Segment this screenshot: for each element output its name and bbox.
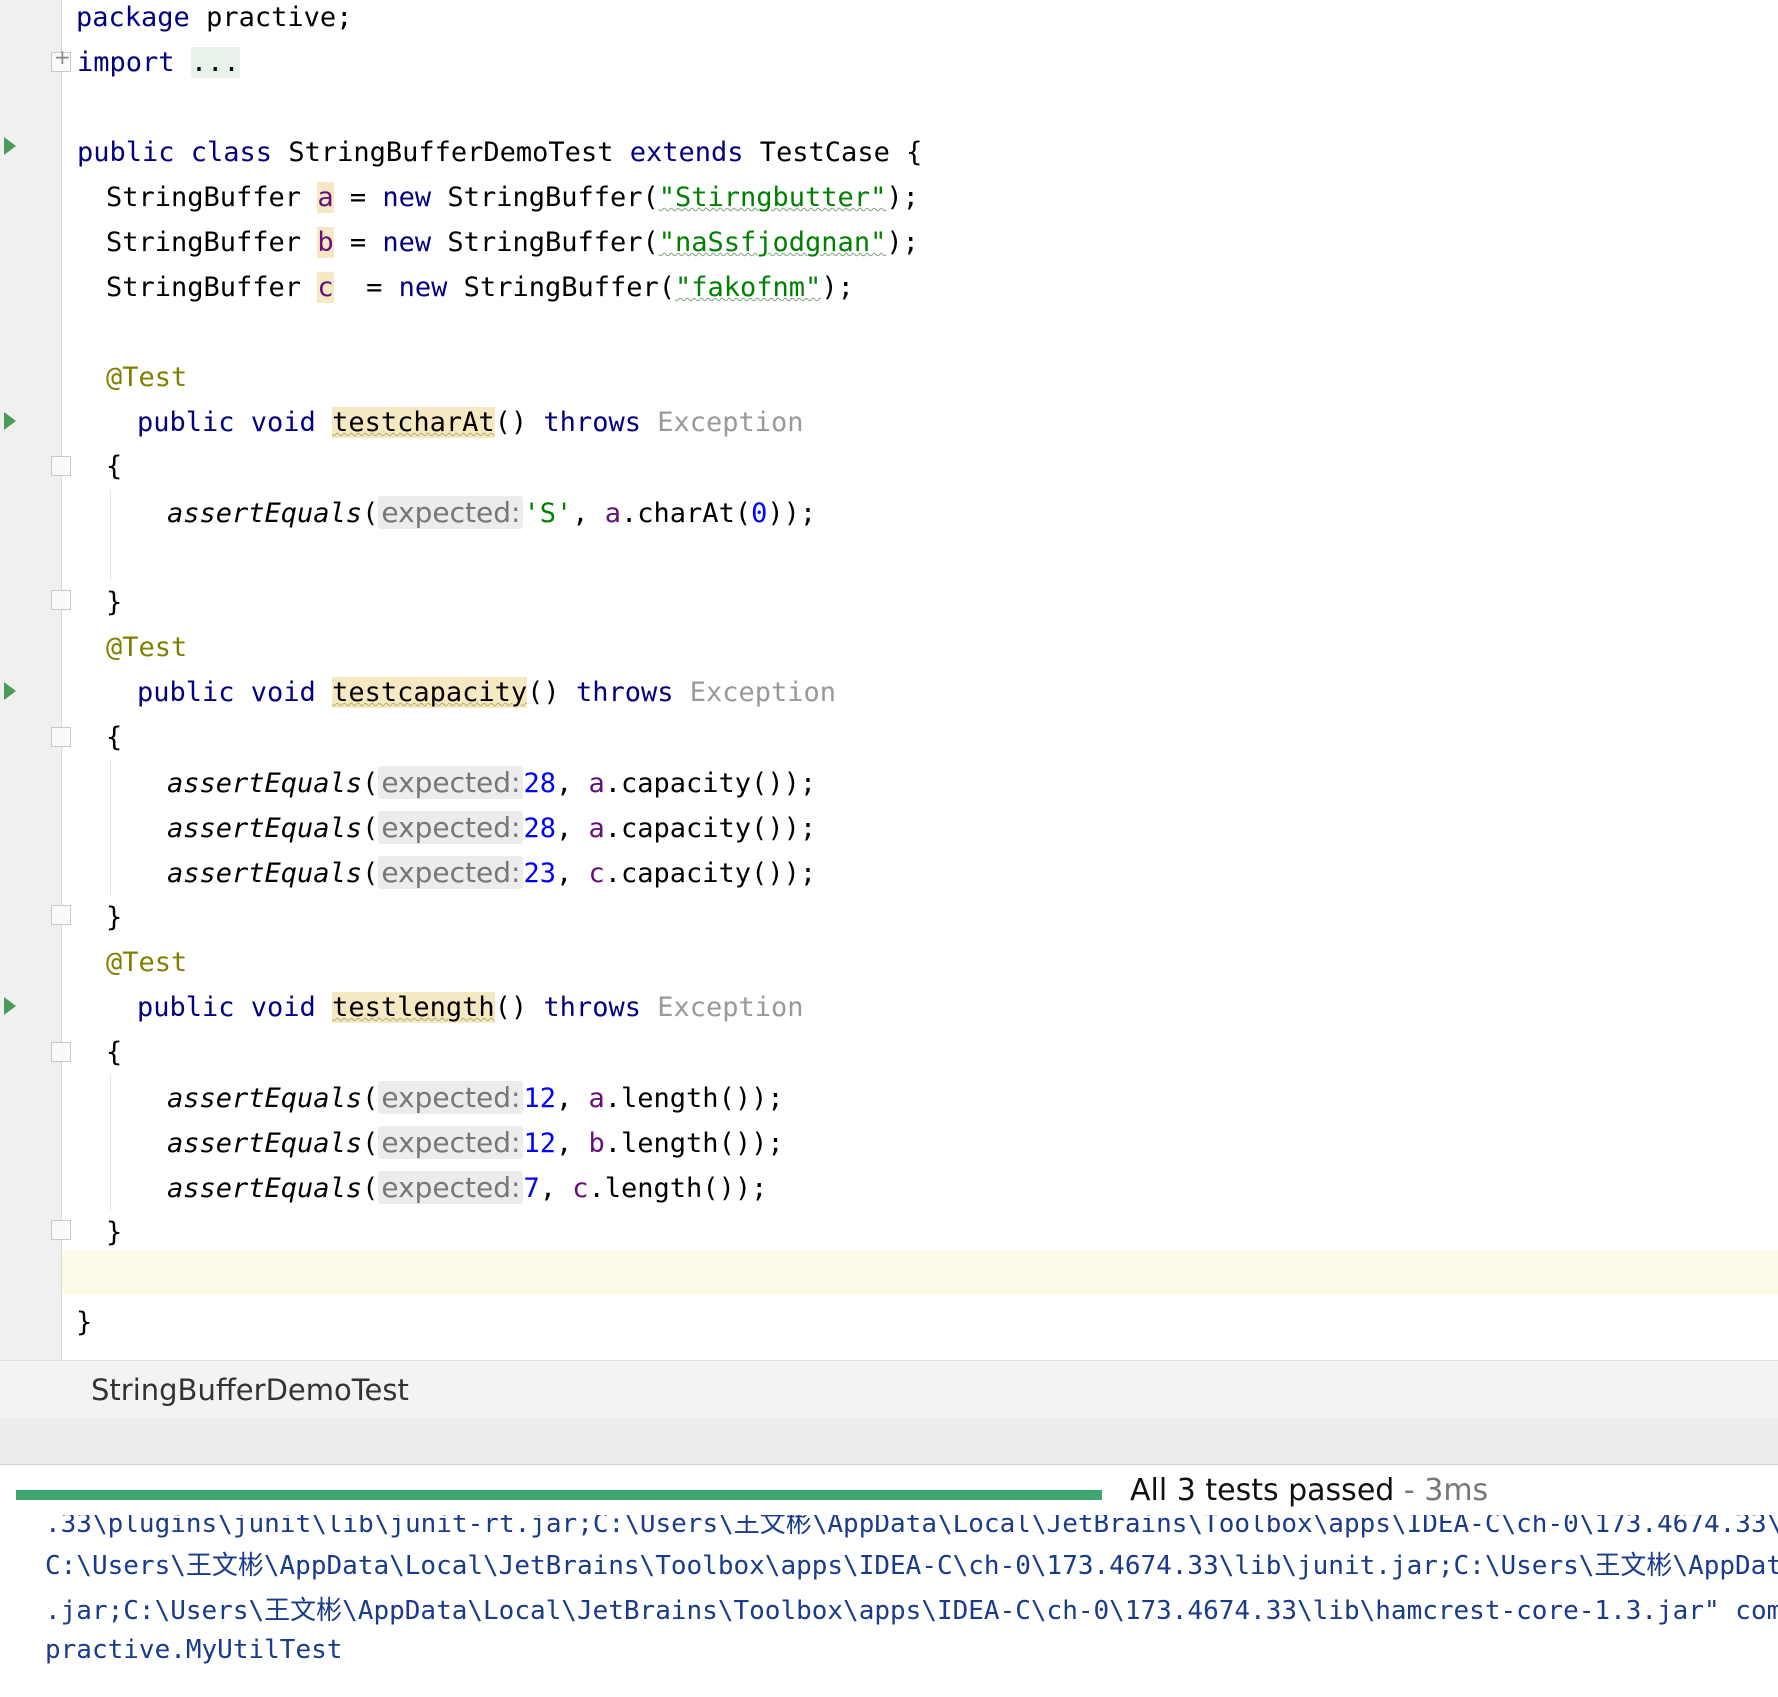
panel-divider[interactable] <box>0 1418 1778 1465</box>
field-c: StringBuffer c = new StringBuffer("fakof… <box>106 272 854 303</box>
run-method-icon[interactable] <box>2 680 18 702</box>
indent-guide <box>110 760 111 895</box>
open-brace: { <box>106 1037 123 1068</box>
indent-guide <box>110 1075 111 1210</box>
field-b: StringBuffer b = new StringBuffer("naSsf… <box>106 227 919 258</box>
assert-line: assertEquals(expected: 12, a.length()); <box>167 1081 784 1114</box>
current-line-highlight <box>0 1250 1778 1295</box>
package-line: package practive; <box>76 2 353 33</box>
class-close-brace: } <box>76 1307 93 1338</box>
class-declaration: public class StringBufferDemoTest extend… <box>77 137 923 168</box>
console-line: .jar;C:\Users\王文彬\AppData\Local\JetBrain… <box>45 1596 1778 1626</box>
test-annotation: @Test <box>106 362 188 393</box>
test-annotation: @Test <box>106 632 188 663</box>
run-method-icon[interactable] <box>2 995 18 1017</box>
assert-line: assertEquals(expected: 7, c.length()); <box>167 1171 768 1204</box>
console-line: .33\plugins\junit\lib\junit-rt.jar;C:\Us… <box>45 1515 1778 1539</box>
collapse-fold-icon[interactable] <box>51 590 71 610</box>
test-status: All 3 tests passed - 3ms <box>1130 1473 1489 1508</box>
assert-line: assertEquals(expected: 23, c.capacity()); <box>167 856 817 889</box>
close-brace: } <box>106 587 123 618</box>
code-editor[interactable]: package practive; import ... public clas… <box>0 0 1778 1360</box>
collapse-fold-icon[interactable] <box>51 905 71 925</box>
console-line: C:\Users\王文彬\AppData\Local\JetBrains\Too… <box>45 1551 1778 1581</box>
method-signature-testcharAt: public void testcharAt() throws Exceptio… <box>137 407 804 438</box>
assert-line: assertEquals(expected: 'S', a.charAt(0)); <box>167 496 817 529</box>
import-line: import ... <box>77 47 240 78</box>
collapse-fold-icon[interactable] <box>51 727 71 747</box>
expand-fold-icon[interactable] <box>51 45 71 72</box>
console-line: practive.MyUtilTest <box>45 1635 343 1665</box>
test-progress-bar <box>16 1490 1102 1500</box>
collapse-fold-icon[interactable] <box>51 1220 71 1240</box>
assert-line: assertEquals(expected: 28, a.capacity()); <box>167 811 817 844</box>
run-class-icon[interactable] <box>2 135 18 157</box>
console-output[interactable]: .33\plugins\junit\lib\junit-rt.jar;C:\Us… <box>0 1515 1778 1697</box>
open-brace: { <box>106 451 123 482</box>
close-brace: } <box>106 902 123 933</box>
method-signature-testcapacity: public void testcapacity() throws Except… <box>137 677 837 708</box>
assert-line: assertEquals(expected: 28, a.capacity()); <box>167 766 817 799</box>
test-progress-fill <box>16 1490 1102 1500</box>
test-annotation: @Test <box>106 947 188 978</box>
collapse-fold-icon[interactable] <box>51 1042 71 1062</box>
run-method-icon[interactable] <box>2 410 18 432</box>
breadcrumb-class[interactable]: StringBufferDemoTest <box>91 1373 409 1407</box>
field-a: StringBuffer a = new StringBuffer("Stirn… <box>106 182 919 213</box>
assert-line: assertEquals(expected: 12, b.length()); <box>167 1126 784 1159</box>
method-signature-testlength: public void testlength() throws Exceptio… <box>137 992 804 1023</box>
indent-guide <box>110 490 111 580</box>
open-brace: { <box>106 722 123 753</box>
editor-breadcrumb-bar: StringBufferDemoTest <box>0 1360 1778 1420</box>
collapse-fold-icon[interactable] <box>51 456 71 476</box>
close-brace: } <box>106 1217 123 1248</box>
